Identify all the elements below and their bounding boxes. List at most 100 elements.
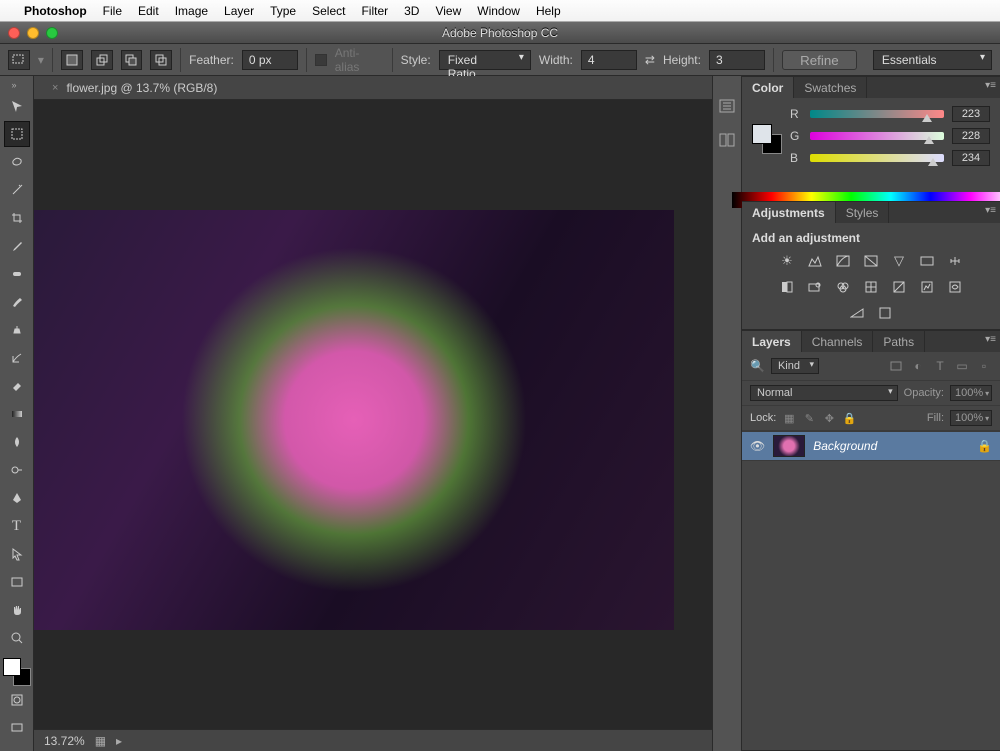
path-selection-tool-icon[interactable] <box>4 541 30 567</box>
status-arrow-icon[interactable]: ▸ <box>116 734 122 748</box>
g-value[interactable]: 228 <box>952 128 990 144</box>
color-lookup-icon[interactable] <box>862 279 880 295</box>
selective-color-icon[interactable] <box>876 305 894 321</box>
menu-filter[interactable]: Filter <box>361 4 388 18</box>
workspace-switcher[interactable]: Essentials <box>873 50 992 70</box>
photo-filter-icon[interactable] <box>806 279 824 295</box>
foreground-background-swatches[interactable] <box>3 658 31 686</box>
adjustments-panel-menu-icon[interactable]: ▾≡ <box>985 205 996 216</box>
width-input[interactable] <box>581 50 637 70</box>
add-selection-icon[interactable] <box>91 50 113 70</box>
app-menu[interactable]: Photoshop <box>24 4 87 18</box>
r-slider[interactable] <box>810 108 944 120</box>
feather-input[interactable] <box>242 50 298 70</box>
g-slider[interactable] <box>810 130 944 142</box>
hand-tool-icon[interactable] <box>4 597 30 623</box>
filter-shape-icon[interactable]: ▭ <box>954 359 970 373</box>
lasso-tool-icon[interactable] <box>4 149 30 175</box>
filter-smart-icon[interactable]: ▫ <box>976 359 992 373</box>
channel-mixer-icon[interactable] <box>834 279 852 295</box>
lock-position-icon[interactable]: ✥ <box>822 411 836 425</box>
hue-saturation-icon[interactable] <box>918 253 936 269</box>
intersect-selection-icon[interactable] <box>150 50 172 70</box>
lock-all-icon[interactable]: 🔒 <box>842 411 856 425</box>
menu-layer[interactable]: Layer <box>224 4 254 18</box>
zoom-window-button[interactable] <box>46 27 58 39</box>
layer-thumbnail[interactable] <box>773 435 805 457</box>
gradient-map-icon[interactable] <box>848 305 866 321</box>
document-tab[interactable]: × flower.jpg @ 13.7% (RGB/8) <box>34 76 712 100</box>
layer-visibility-icon[interactable]: 👁 <box>750 439 765 453</box>
pen-tool-icon[interactable] <box>4 485 30 511</box>
screen-mode-icon[interactable] <box>4 715 30 741</box>
minimize-window-button[interactable] <box>27 27 39 39</box>
status-info-icon[interactable]: ▦ <box>95 734 106 748</box>
paths-tab[interactable]: Paths <box>873 331 925 352</box>
menu-window[interactable]: Window <box>477 4 520 18</box>
menu-help[interactable]: Help <box>536 4 561 18</box>
style-dropdown[interactable]: Fixed Ratio <box>439 50 531 70</box>
layer-item[interactable]: 👁 Background 🔒 <box>742 431 1000 461</box>
zoom-tool-icon[interactable] <box>4 625 30 651</box>
layer-name[interactable]: Background <box>813 439 969 453</box>
filter-adjust-icon[interactable]: ◐ <box>910 359 926 373</box>
color-panel-menu-icon[interactable]: ▾≡ <box>985 80 996 91</box>
history-brush-tool-icon[interactable] <box>4 345 30 371</box>
gradient-tool-icon[interactable] <box>4 401 30 427</box>
filter-pixel-icon[interactable] <box>888 359 904 373</box>
swatches-tab[interactable]: Swatches <box>794 77 867 98</box>
adjustments-tab[interactable]: Adjustments <box>742 202 836 223</box>
blend-mode-dropdown[interactable]: Normal <box>750 385 898 401</box>
brightness-contrast-icon[interactable]: ☀ <box>778 253 796 269</box>
magic-wand-tool-icon[interactable] <box>4 177 30 203</box>
foreground-color-swatch[interactable] <box>3 658 21 676</box>
color-panel-swatches[interactable] <box>752 124 782 154</box>
layer-filter-kind[interactable]: Kind <box>771 358 819 374</box>
b-slider[interactable] <box>810 152 944 164</box>
vibrance-icon[interactable]: ▽ <box>890 253 908 269</box>
menu-image[interactable]: Image <box>175 4 208 18</box>
lock-transparency-icon[interactable]: ▦ <box>782 411 796 425</box>
menu-3d[interactable]: 3D <box>404 4 419 18</box>
b-value[interactable]: 234 <box>952 150 990 166</box>
color-tab[interactable]: Color <box>742 77 794 98</box>
invert-icon[interactable] <box>890 279 908 295</box>
clone-stamp-tool-icon[interactable] <box>4 317 30 343</box>
brush-tool-icon[interactable] <box>4 289 30 315</box>
height-input[interactable] <box>709 50 765 70</box>
black-white-icon[interactable] <box>778 279 796 295</box>
new-selection-icon[interactable] <box>61 50 83 70</box>
posterize-icon[interactable] <box>918 279 936 295</box>
toolbox-expand-icon[interactable]: » <box>12 80 22 90</box>
menu-file[interactable]: File <box>103 4 122 18</box>
tool-preset-icon[interactable] <box>8 50 30 70</box>
threshold-icon[interactable] <box>946 279 964 295</box>
lock-pixels-icon[interactable]: ✎ <box>802 411 816 425</box>
menu-select[interactable]: Select <box>312 4 345 18</box>
menu-view[interactable]: View <box>435 4 461 18</box>
menu-type[interactable]: Type <box>270 4 296 18</box>
refine-edge-button[interactable]: Refine ... <box>782 50 857 70</box>
eyedropper-tool-icon[interactable] <box>4 233 30 259</box>
exposure-icon[interactable] <box>862 253 880 269</box>
layers-panel-menu-icon[interactable]: ▾≡ <box>985 334 996 345</box>
history-panel-icon[interactable] <box>717 98 737 114</box>
canvas[interactable] <box>34 100 712 751</box>
levels-icon[interactable] <box>806 253 824 269</box>
color-fg-swatch[interactable] <box>752 124 772 144</box>
swap-dimensions-icon[interactable]: ⇄ <box>645 53 655 67</box>
styles-tab[interactable]: Styles <box>836 202 890 223</box>
subtract-selection-icon[interactable] <box>121 50 143 70</box>
crop-tool-icon[interactable] <box>4 205 30 231</box>
quick-mask-icon[interactable] <box>4 687 30 713</box>
layer-lock-icon[interactable]: 🔒 <box>977 439 992 453</box>
close-tab-icon[interactable]: × <box>52 82 58 94</box>
move-tool-icon[interactable] <box>4 93 30 119</box>
fill-input[interactable]: 100% <box>950 410 992 426</box>
channels-tab[interactable]: Channels <box>802 331 874 352</box>
rectangle-tool-icon[interactable] <box>4 569 30 595</box>
color-balance-icon[interactable] <box>946 253 964 269</box>
curves-icon[interactable] <box>834 253 852 269</box>
dodge-tool-icon[interactable] <box>4 457 30 483</box>
filter-type-icon[interactable]: T <box>932 359 948 373</box>
